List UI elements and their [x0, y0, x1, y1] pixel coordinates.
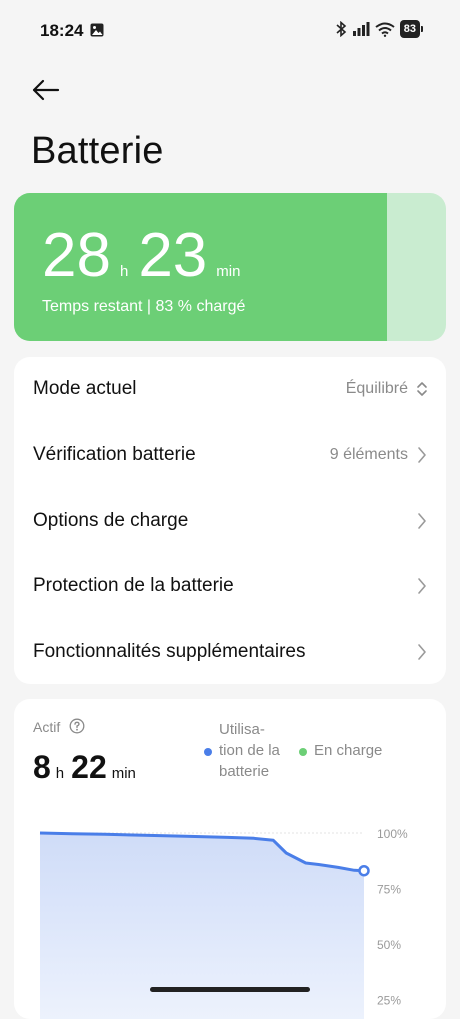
minutes-unit: min [216, 263, 241, 280]
status-bar: 18:24 83 [0, 0, 460, 62]
image-icon [90, 23, 104, 37]
y-tick-label: 100% [377, 827, 408, 841]
activity-card: Actif 8 h 22 min Utilisa- tion de la bat… [14, 699, 446, 1019]
battery-check-value: 9 éléments [329, 446, 408, 463]
settings-list: Mode actuel Équilibré Vérification batte… [14, 357, 446, 684]
signal-icon [352, 22, 370, 36]
extra-features-label: Fonctionnalités supplémentaires [33, 641, 306, 662]
charge-options-label: Options de charge [33, 510, 189, 531]
battery-usage-chart: 100% 75% 50% 25% [39, 827, 408, 1019]
current-mode-value: Équilibré [345, 380, 408, 397]
wifi-icon [375, 22, 395, 37]
current-level-point [358, 864, 370, 877]
current-mode-row[interactable]: Mode actuel Équilibré [14, 359, 446, 419]
status-time: 18:24 [40, 21, 84, 40]
battery-protection-row[interactable]: Protection de la batterie [14, 556, 446, 616]
page-title: Batterie [31, 130, 164, 172]
remaining-minutes: 23 [138, 221, 208, 290]
back-button[interactable] [30, 74, 62, 106]
status-icons: 83 [335, 20, 424, 38]
home-indicator[interactable] [150, 987, 310, 992]
extra-features-row[interactable]: Fonctionnalités supplémentaires [14, 622, 446, 682]
chevron-right-icon [418, 447, 426, 463]
y-tick-label: 75% [377, 883, 401, 897]
updown-chevron-icon [417, 382, 427, 396]
battery-icon: 83 [399, 20, 424, 38]
y-tick-label: 50% [377, 938, 401, 952]
chevron-right-icon [418, 644, 426, 660]
hours-unit: h [119, 263, 129, 280]
battery-summary-card: 28 h 23 min Temps restant | 83 % chargé [14, 193, 446, 341]
charge-options-row[interactable]: Options de charge [14, 491, 446, 551]
remaining-time: 28 h 23 min [42, 225, 250, 287]
battery-protection-label: Protection de la batterie [33, 575, 234, 596]
bluetooth-icon [336, 21, 346, 37]
remaining-hours: 28 [42, 221, 111, 290]
chevron-right-icon [418, 513, 426, 529]
battery-check-row[interactable]: Vérification batterie 9 éléments [14, 425, 446, 485]
y-tick-label: 25% [377, 994, 401, 1008]
remaining-subtitle: Temps restant | 83 % chargé [42, 298, 246, 315]
battery-check-label: Vérification batterie [33, 444, 196, 465]
current-mode-label: Mode actuel [33, 378, 137, 399]
chevron-right-icon [418, 578, 426, 594]
